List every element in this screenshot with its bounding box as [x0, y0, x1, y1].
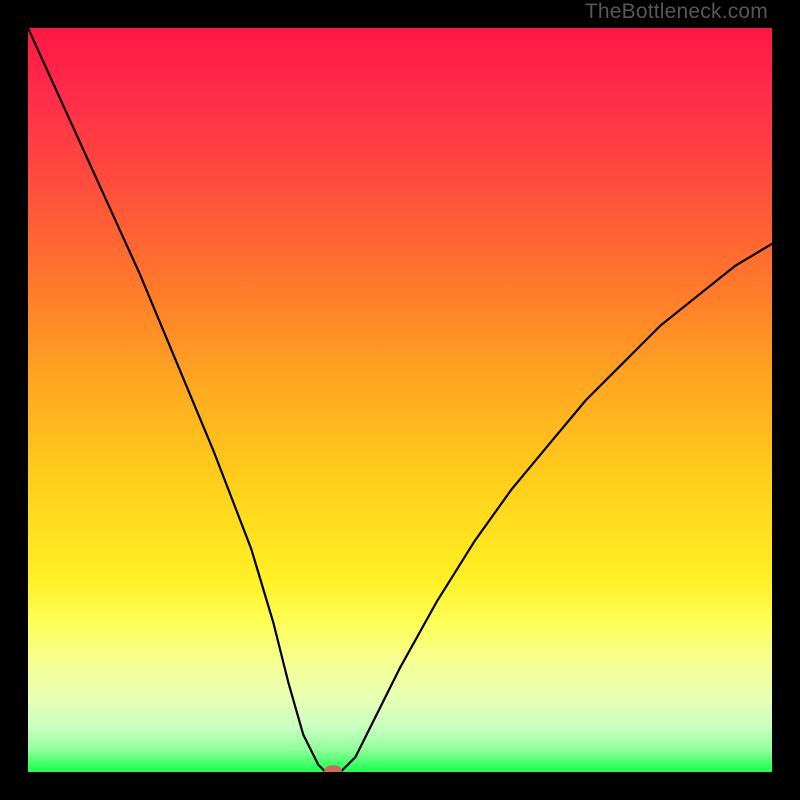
bottleneck-curve: [28, 28, 772, 772]
optimal-point-marker: [324, 766, 342, 773]
watermark-text: TheBottleneck.com: [585, 0, 768, 24]
chart-frame: TheBottleneck.com: [0, 0, 800, 800]
plot-area: [28, 28, 772, 772]
